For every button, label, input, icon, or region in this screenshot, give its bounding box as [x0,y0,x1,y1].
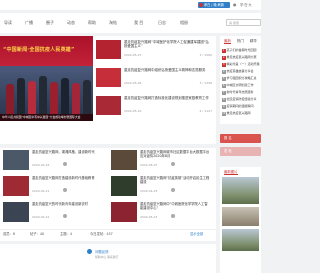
article-date: 2020-04-21 [32,189,50,193]
news-date: 2020-05-16 [124,109,142,113]
article-title[interactable]: 重走抗疫复兴路网“抗疫英雄”活动开启民生工程建设 [140,176,210,184]
gallery-title: 最新图片 [224,170,238,175]
list-item[interactable]: 4 抗疫英雄故事分享会 [222,69,260,74]
article-title[interactable]: 重走抗疫复兴路网打造建设新时代基础教育 [32,176,102,180]
article-card[interactable]: 重走抗疫复兴路网“抗疫英雄”活动开启民生工程建设 2020-04-23 [108,174,213,198]
article-date: 2020-04-23 [32,163,50,167]
article-thumbnail [3,202,29,222]
user-menu-button[interactable]: 孝白 | 晚 刷新 [198,2,230,8]
article-thumbnail [111,150,137,170]
user-label: 孝白 | 晚 刷新 [204,3,225,7]
article-title[interactable]: 重走抗疫复兴路网城市社区数据平台大数据平台应对疫情2020年8月 [140,150,210,158]
list-item[interactable]: 10重走抗疫复兴路网 [222,111,260,116]
avatar [171,162,175,166]
show-all-link[interactable]: 显示全部 [190,230,203,238]
list-item[interactable]: 1 孩子们的暑假时光回顾 [222,48,260,53]
main-nav: 导读 广播 圈子 动态 帮助 淘帖 我 目 日志 相册 请 搜索 [0,13,261,33]
news-date: 2020-05-27 [124,53,142,57]
nav-item-collection[interactable]: 淘帖 [109,20,117,25]
article-card[interactable]: 重走抗疫复兴路网打造建设新时代基础教育 2020-04-21 [0,174,105,198]
banner-photo [0,66,93,114]
nav-item-feed[interactable]: 动态 [67,20,75,25]
list-item[interactable]: 5 学习强国积分攻略汇总 [222,76,260,81]
nav-item-album[interactable]: 相册 [180,20,188,25]
article-date: 2020-05-07 [140,163,158,167]
news-title[interactable]: 重走抗疫复兴路网打造标准化建设规划推进家庭教育工作 [124,96,212,100]
main-content: “中国新闻·全国抗疫人民英雄” 中华人民共和国“中城区中有中兴发展”大会成功举办… [0,36,216,241]
list-item[interactable]: 2 重走抗疫复兴路网大赛 [222,55,260,60]
news-views: 4 / 1127 [199,109,212,113]
avatar [171,214,175,218]
bell-icon[interactable]: ● [233,2,238,7]
news-item[interactable]: 重走抗疫复兴路网中组织弘扬爱国主义精神和志愿服务 2020-05-26 3 / … [96,68,214,88]
sidebar-gallery: 最新图片 [220,167,261,273]
news-thumbnail [96,96,121,115]
article-card[interactable]: 重走抗疫复兴路网中“中城医院化学学院人工智能建设中心” 2020-05-23 [108,200,213,224]
avatar [171,188,175,192]
news-thumbnail [96,40,121,59]
top-side-text: 学·在·大 [240,3,252,7]
article-card[interactable]: 重走抗疫复兴路网城市社区数据平台大数据平台应对疫情2020年8月 2020-05… [108,148,213,172]
article-thumbnail [3,150,29,170]
stat-members: 成员：8 [3,232,15,236]
nav-item-broadcast[interactable]: 广播 [25,20,33,25]
sidebar: 最新 热门 精华 1 孩子们的暑假时光回顾 2 重走抗疫复兴路网大赛 3 精彩纷呈（一… [220,36,261,273]
article-title[interactable]: 重走抗疫复兴路网中“中城医院化学学院人工智能建设中心” [140,202,210,210]
stat-threads: 主题：4 [60,232,72,236]
list-item[interactable]: 7 新时代青年志愿服务 [222,90,260,95]
signup-button[interactable]: 报 名 [220,134,261,143]
feedback-icon [87,249,92,254]
list-item[interactable]: 9 疫情期间的温暖瞬间 [222,104,260,109]
footer: 问题反馈 帮助中心 联系我们 [0,244,216,273]
tab-featured[interactable]: 精华 [250,38,257,43]
tab-latest[interactable]: 最新 [224,38,231,44]
nav-item-help[interactable]: 帮助 [88,20,96,25]
gallery-image[interactable] [222,207,259,226]
forum-stats: 成员：8 帖子：40 主题：4 今日发帖：457 显示全部 [0,229,216,237]
footer-title[interactable]: 问题反馈 [95,249,109,254]
nav-item-circle[interactable]: 圈子 [46,20,54,25]
article-thumbnail [111,176,137,196]
banner-title: “中国新闻·全国抗疫人民英雄” [3,47,75,53]
stat-today: 今日发帖：457 [90,232,113,236]
article-title[interactable]: 重走抗疫复兴路网，湖湘风格，建设新时代 [32,150,102,154]
news-views: 3 / 1298 [199,81,212,85]
article-date: 2020-04-21 [32,215,50,219]
banner-slide[interactable]: “中国新闻·全国抗疫人民英雄” 中华人民共和国“中城区中有中兴发展”大会成功举办… [0,36,93,121]
list-item[interactable]: 3 精彩纷呈（一）活动开展 [222,62,260,67]
article-title[interactable]: 重走抗疫复兴的时代新青年建设新农村 [32,202,102,206]
avatar [199,3,203,7]
gallery-image[interactable] [222,177,259,204]
article-thumbnail [3,176,29,196]
article-thumbnail [111,202,137,222]
search-input[interactable]: 请 搜索 [226,19,261,26]
footer-subtitle[interactable]: 帮助中心 联系我们 [95,255,118,259]
article-card[interactable]: 重走抗疫复兴的时代新青年建设新农村 2020-04-21 [0,200,105,224]
article-date: 2020-04-23 [140,189,158,193]
gallery-image[interactable] [222,229,259,251]
news-thumbnail [96,68,121,87]
news-item[interactable]: 重走抗疫复兴路网“中城医护化学院人工促通建军建团“弘扬爱国主义” 2020-05… [96,40,214,60]
top-bar: 孝白 | 晚 刷新 ● 学·在·大 [0,0,261,10]
article-date: 2020-05-23 [140,215,158,219]
sidebar-hot-list: 最新 热门 精华 1 孩子们的暑假时光回顾 2 重走抗疫复兴路网大赛 3 精彩纷呈（一… [220,36,261,124]
nav-item-blog[interactable]: 日志 [158,20,166,25]
avatar [63,214,67,218]
news-date: 2020-05-26 [124,81,142,85]
article-card[interactable]: 重走抗疫复兴路网，湖湘风格，建设新时代 2020-04-23 [0,148,105,172]
news-views: 3 / 1580 [199,53,212,57]
tab-hot[interactable]: 热门 [237,38,244,43]
news-item[interactable]: 重走抗疫复兴路网打造标准化建设规划推进家庭教育工作 2020-05-16 4 /… [96,96,214,116]
news-title[interactable]: 重走抗疫复兴路网“中城医护化学院人工促通建军建团“弘扬爱国主义” [124,40,212,49]
news-title[interactable]: 重走抗疫复兴路网中组织弘扬爱国主义精神和志愿服务 [124,68,212,72]
list-item[interactable]: 6 中城区文明创建工作 [222,83,260,88]
avatar [63,188,67,192]
list-item[interactable]: 8 社区疫情防控经验分享 [222,97,260,102]
nav-item-mine[interactable]: 我 目 [134,20,143,25]
post-button[interactable]: 发 帖 [220,147,261,156]
avatar [63,162,67,166]
banner-caption: 中华人民共和国“中城区中有中兴发展”大会成功举办暨国际大会 [0,114,93,121]
stat-posts: 帖子：40 [30,232,45,236]
nav-item-guide[interactable]: 导读 [4,20,12,25]
